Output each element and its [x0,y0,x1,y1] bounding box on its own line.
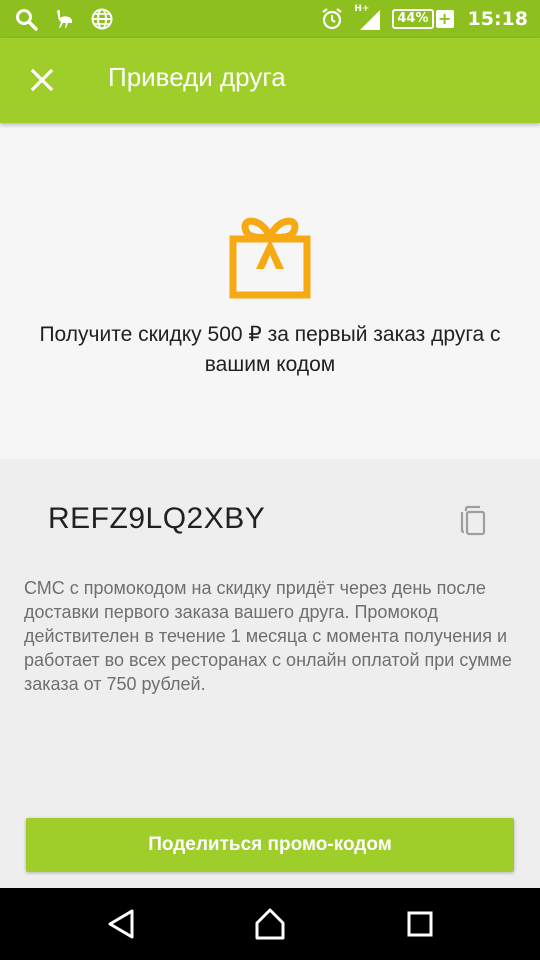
app-bar: Приведи друга [0,38,540,123]
search-icon [16,9,38,31]
copy-icon[interactable] [458,505,490,537]
battery-level: 44% [392,9,434,29]
page-title: Приведи друга [108,62,286,92]
globe-icon [91,8,113,30]
recent-apps-icon[interactable] [402,906,438,942]
navigation-bar [0,888,540,960]
alarm-icon [322,8,343,30]
status-bar: H+ 44% + 15:18 [0,0,540,38]
signal-indicator: H+ [354,4,382,32]
status-left-icons [14,7,114,31]
status-time: 15:18 [467,8,528,30]
close-icon[interactable] [22,60,62,100]
hero-section: Получите скидку 500 ₽ за первый заказ др… [0,123,540,459]
home-icon[interactable] [252,906,288,942]
charging-icon: + [435,10,454,28]
signal-icon [360,10,381,30]
promo-code: REFZ9LQ2XBY [48,502,266,535]
ostrich-icon [57,10,73,28]
battery-indicator: 44% + [392,9,454,29]
back-icon[interactable] [104,906,140,942]
promo-info-text: СМС с промокодом на скидку придёт через … [24,578,512,694]
gift-icon [229,217,311,299]
share-promo-code-button[interactable]: Поделиться промо-кодом [26,818,514,872]
status-right-icons: H+ 44% + 15:18 [320,4,528,32]
hero-description: Получите скидку 500 ₽ за первый заказ др… [39,323,501,376]
